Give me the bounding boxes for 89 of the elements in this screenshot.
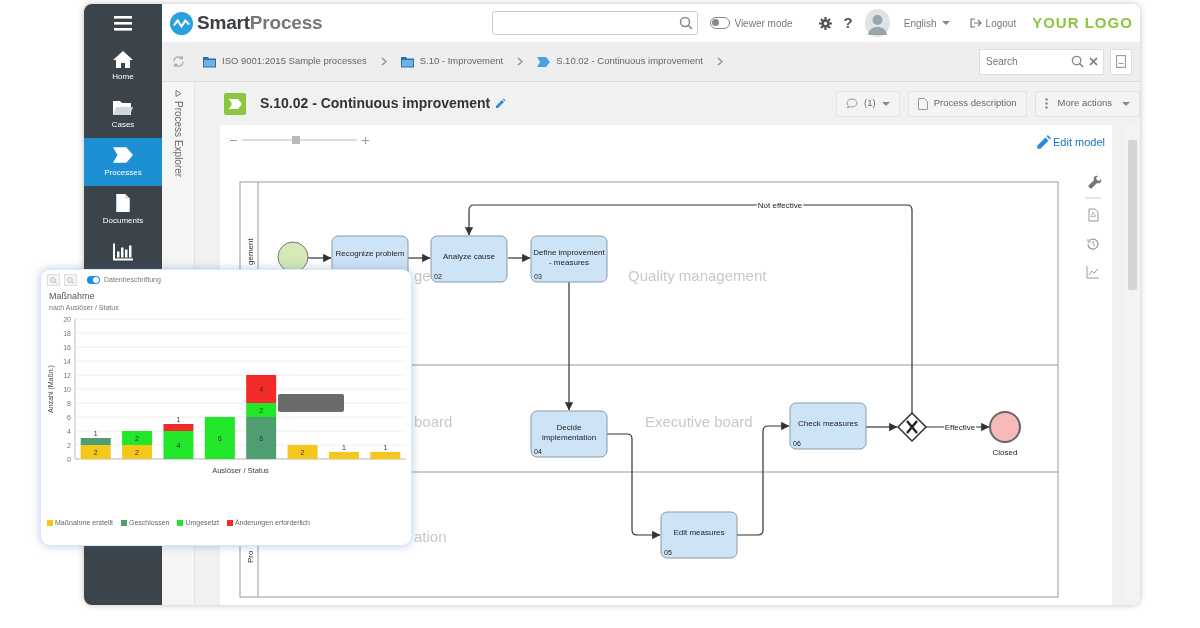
document-icon bbox=[917, 97, 928, 110]
gateway-diamond bbox=[896, 411, 928, 443]
book-button[interactable] bbox=[1110, 48, 1132, 75]
page-title: S.10.02 - Continuous improvement bbox=[260, 94, 491, 113]
chart-bar bbox=[122, 445, 153, 459]
breadcrumb-link[interactable]: ISO 9001:2015 Sample processes bbox=[203, 54, 367, 69]
chevron-icon bbox=[517, 57, 524, 66]
process-icon bbox=[113, 145, 133, 164]
explorer-toggle[interactable]: Process Explorer bbox=[170, 82, 186, 178]
kebab-icon bbox=[1044, 98, 1048, 109]
edit-model-link[interactable]: Edit model bbox=[1036, 134, 1105, 151]
home-icon bbox=[113, 49, 133, 68]
company-logo: YOUR LOGO bbox=[1032, 12, 1133, 33]
brand-name: SmartProcess bbox=[197, 10, 323, 35]
caret-icon bbox=[1122, 101, 1130, 106]
close-icon[interactable] bbox=[1089, 56, 1098, 66]
comment-icon bbox=[846, 98, 859, 109]
event-label: Closed bbox=[992, 448, 1018, 457]
sidebar-item[interactable]: Home bbox=[84, 42, 162, 90]
help-button[interactable]: ? bbox=[843, 11, 853, 35]
history-icon[interactable] bbox=[1087, 238, 1099, 250]
toggle-switch[interactable] bbox=[87, 276, 100, 284]
search-icon bbox=[50, 276, 57, 284]
menu-icon[interactable] bbox=[114, 15, 132, 31]
breadcrumb-link[interactable]: S.10 - Improvement bbox=[400, 54, 504, 69]
flow-arrow bbox=[307, 253, 332, 263]
sidebar-item[interactable]: Cases bbox=[84, 90, 162, 138]
task-label: Analyze cause bbox=[443, 252, 495, 261]
caret-icon bbox=[941, 21, 950, 25]
chart-bar bbox=[370, 452, 401, 459]
refresh-icon[interactable] bbox=[172, 55, 185, 68]
logout-link[interactable]: Logout bbox=[969, 15, 1017, 31]
chevron-icon bbox=[380, 57, 387, 66]
process-icon bbox=[224, 92, 246, 115]
zoom-in-icon[interactable] bbox=[362, 136, 369, 144]
toggle-label: Viewer mode bbox=[734, 16, 793, 31]
bar-chart-icon bbox=[113, 243, 133, 261]
logout-icon bbox=[969, 18, 982, 28]
chart-title: Maßnahme bbox=[49, 292, 96, 301]
caret-icon bbox=[881, 101, 890, 106]
language-dropdown[interactable]: English bbox=[903, 15, 950, 31]
task-label: Edit measures bbox=[673, 528, 725, 537]
chart-bar bbox=[122, 431, 153, 445]
lane-label: gement bbox=[246, 238, 255, 265]
search-icon bbox=[679, 16, 694, 30]
comments-button[interactable]: (1) bbox=[836, 90, 900, 117]
search-field[interactable]: Search bbox=[979, 48, 1104, 75]
more-actions-button[interactable]: More actions bbox=[1034, 90, 1140, 117]
folder-icon bbox=[203, 55, 216, 68]
line-chart-icon[interactable] bbox=[1086, 265, 1100, 279]
settings-icon[interactable] bbox=[818, 16, 832, 30]
search-icon[interactable] bbox=[1071, 54, 1084, 68]
task-label: Recognize problem bbox=[335, 249, 405, 258]
toggle-switch[interactable] bbox=[710, 17, 731, 29]
flow-arrow bbox=[865, 422, 898, 432]
breadcrumb-link[interactable]: S.10.02 - Continuous improvement bbox=[537, 54, 703, 69]
process-icon bbox=[537, 55, 551, 68]
pencil-icon bbox=[1036, 134, 1051, 150]
chart-bar bbox=[287, 445, 318, 459]
chevron-icon bbox=[716, 57, 723, 66]
scrollbar-thumb[interactable] bbox=[1128, 140, 1137, 290]
zoom-in-button[interactable] bbox=[47, 274, 60, 286]
chart-bar bbox=[204, 417, 235, 459]
triangle-icon bbox=[174, 90, 182, 97]
zoom-out-button[interactable] bbox=[64, 274, 77, 286]
book-icon bbox=[1116, 55, 1126, 68]
lane-label: Pro bbox=[246, 550, 255, 563]
process-description-button[interactable]: Process description bbox=[907, 90, 1027, 117]
search-field[interactable] bbox=[492, 11, 699, 35]
document-icon bbox=[113, 193, 133, 212]
end-event bbox=[989, 411, 1021, 443]
flow-label: Not effective bbox=[757, 201, 803, 210]
logo-icon bbox=[170, 11, 193, 35]
folder-icon bbox=[400, 55, 414, 68]
slider-thumb[interactable] bbox=[292, 136, 301, 144]
pencil-icon[interactable] bbox=[494, 97, 507, 110]
sidebar-item[interactable]: Documents bbox=[84, 186, 162, 234]
sidebar-item[interactable]: Processes bbox=[84, 138, 162, 186]
task-label: Define improvement - measures bbox=[533, 248, 605, 267]
task-label: Decide implementation bbox=[541, 423, 597, 442]
chart-tooltip bbox=[278, 394, 344, 412]
wrench-icon[interactable] bbox=[1088, 175, 1102, 189]
avatar-icon bbox=[864, 9, 890, 37]
chart-bar bbox=[328, 452, 359, 459]
flow-arrow bbox=[407, 253, 431, 263]
flow-label: Effective bbox=[944, 423, 976, 432]
pdf-icon[interactable] bbox=[1088, 208, 1099, 222]
task-label: Check measures bbox=[798, 419, 858, 428]
search-icon bbox=[67, 276, 74, 284]
